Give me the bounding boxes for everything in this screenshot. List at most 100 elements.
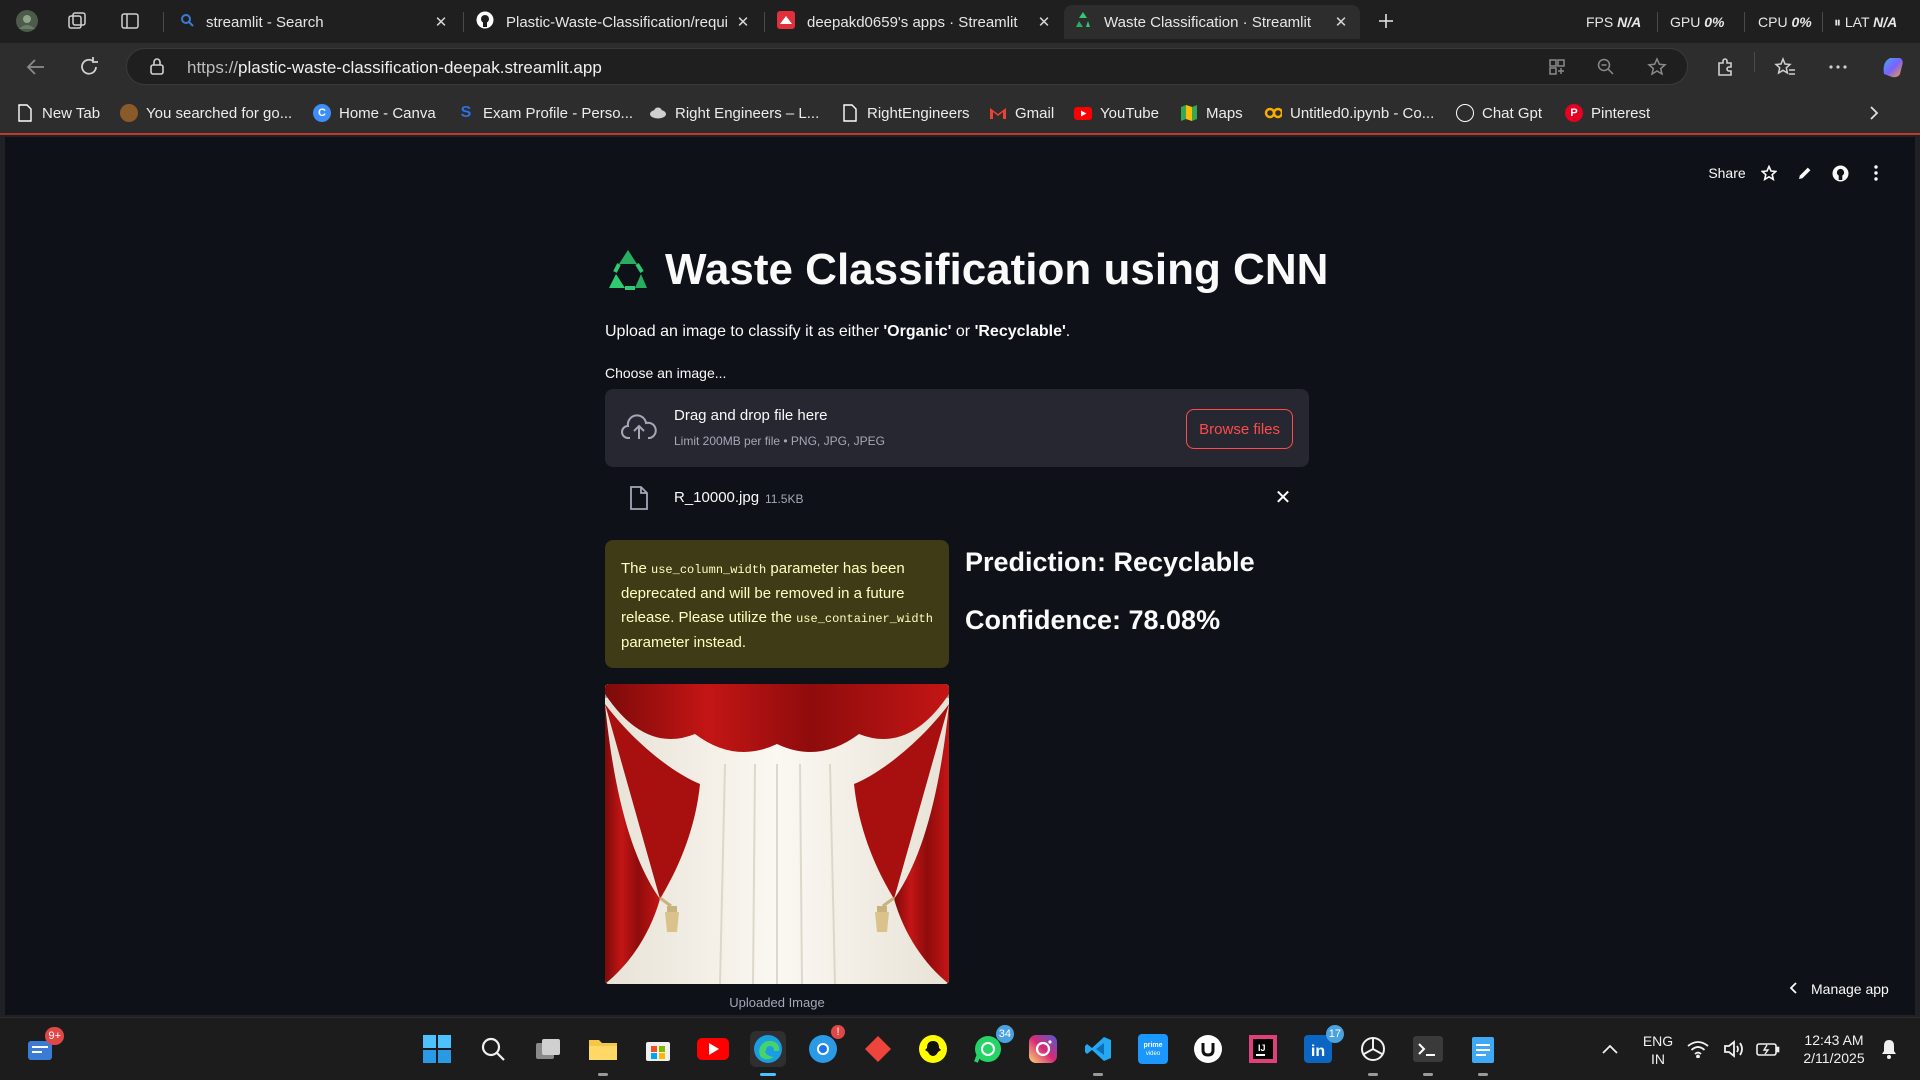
youtube-icon — [1074, 104, 1092, 122]
browse-files-button[interactable]: Browse files — [1186, 409, 1293, 449]
vscode-icon[interactable] — [1080, 1031, 1116, 1076]
file-dropzone[interactable]: Drag and drop file here Limit 200MB per … — [605, 389, 1309, 467]
udemy-icon[interactable] — [1190, 1031, 1226, 1067]
edit-pencil-icon[interactable] — [1795, 163, 1815, 183]
search-icon[interactable] — [475, 1031, 511, 1067]
favorite-rightengineers[interactable]: RightEngineers — [841, 102, 970, 124]
favorite-colab[interactable]: Untitled0.ipynb - Co... — [1264, 102, 1434, 124]
volume-icon[interactable] — [1722, 1031, 1746, 1067]
vertical-tabs-icon[interactable] — [117, 8, 143, 34]
favorite-search[interactable]: You searched for go... — [120, 102, 292, 124]
canva-icon: C — [313, 104, 331, 122]
chatgpt-icon — [1456, 104, 1474, 122]
perf-cpu: CPU 0% — [1758, 14, 1812, 30]
favorite-right-engineers-l[interactable]: Right Engineers – L... — [649, 102, 819, 124]
linkedin-icon[interactable]: in 17 — [1300, 1025, 1344, 1067]
star-icon[interactable] — [1759, 163, 1779, 183]
page-title: Waste Classification using CNN — [605, 245, 1328, 295]
new-tab-icon[interactable] — [1373, 8, 1399, 34]
language-indicator[interactable]: ENG IN — [1642, 1032, 1674, 1068]
start-icon[interactable] — [419, 1031, 455, 1067]
lock-icon[interactable] — [149, 57, 165, 80]
url-text[interactable]: https://plastic-waste-classification-dee… — [187, 58, 602, 78]
widgets-icon[interactable]: 9+ — [22, 1027, 64, 1067]
notepad-icon[interactable] — [1465, 1031, 1501, 1076]
close-icon[interactable]: ✕ — [1332, 13, 1350, 31]
file-explorer-icon[interactable] — [585, 1031, 621, 1076]
page-icon — [16, 104, 34, 122]
youtube-icon[interactable] — [695, 1031, 731, 1067]
recycle-icon — [1074, 11, 1092, 33]
favorite-maps[interactable]: Maps — [1180, 102, 1243, 124]
chrome-icon[interactable]: ! — [805, 1025, 845, 1067]
share-button[interactable]: Share — [1705, 163, 1749, 183]
streamlit-icon — [777, 11, 795, 33]
tab-streamlit-apps[interactable]: deepakd0659's apps · Streamlit ✕ — [767, 5, 1063, 39]
refresh-icon[interactable] — [73, 51, 105, 83]
svg-text:IJ: IJ — [1258, 1043, 1266, 1053]
tab-streamlit-search[interactable]: streamlit - Search ✕ — [170, 5, 460, 39]
more-options-icon[interactable] — [1822, 51, 1854, 83]
favorite-canva[interactable]: C Home - Canva — [313, 102, 436, 124]
extensions-icon[interactable] — [1709, 51, 1741, 83]
pinterest-icon: P — [1565, 104, 1583, 122]
cookie-icon — [120, 104, 138, 122]
microsoft-store-icon[interactable] — [640, 1031, 676, 1067]
favorite-new-tab[interactable]: New Tab — [16, 102, 100, 124]
favorite-youtube[interactable]: YouTube — [1074, 102, 1159, 124]
chevron-up-icon[interactable] — [1592, 1031, 1628, 1067]
favorites-bar: New Tab You searched for go... C Home - C… — [0, 90, 1920, 135]
browser-toolbar: https://plastic-waste-classification-dee… — [0, 43, 1920, 90]
back-icon[interactable] — [20, 51, 52, 83]
close-icon[interactable]: ✕ — [432, 13, 450, 31]
tab-title: deepakd0659's apps · Streamlit — [807, 13, 1018, 31]
github-icon[interactable] — [1830, 163, 1850, 183]
dropzone-instructions: Drag and drop file here — [674, 407, 828, 424]
remove-file-icon[interactable]: ✕ — [1271, 485, 1295, 509]
notification-center-icon[interactable] — [1876, 1031, 1902, 1067]
clock[interactable]: 12:43 AM 2/11/2025 — [1795, 1031, 1873, 1067]
chevron-left-icon — [1789, 981, 1797, 997]
address-bar[interactable]: https://plastic-waste-classification-dee… — [126, 48, 1688, 85]
prime-video-icon[interactable]: prime video — [1135, 1031, 1171, 1067]
file-icon — [629, 485, 649, 516]
anydesk-icon[interactable] — [860, 1031, 896, 1067]
tab-title: streamlit - Search — [206, 13, 324, 31]
main-menu-icon[interactable] — [1866, 163, 1886, 183]
chatgpt-icon[interactable] — [1355, 1031, 1391, 1076]
recycle-icon — [605, 248, 651, 292]
favorite-pinterest[interactable]: P Pinterest — [1565, 102, 1650, 124]
svg-text:prime: prime — [1143, 1042, 1162, 1049]
battery-icon[interactable] — [1754, 1031, 1782, 1067]
close-icon[interactable]: ✕ — [734, 13, 752, 31]
snapchat-icon[interactable] — [915, 1031, 951, 1067]
image-caption: Uploaded Image — [729, 995, 825, 1010]
intellij-icon[interactable]: IJ — [1245, 1031, 1281, 1067]
uploader-label: Choose an image... — [605, 365, 727, 381]
copilot-icon[interactable] — [1877, 51, 1909, 83]
zoom-out-icon[interactable] — [1597, 58, 1615, 81]
manage-app-button[interactable]: Manage app — [1789, 979, 1889, 999]
terminal-icon[interactable] — [1410, 1031, 1446, 1076]
favorite-chatgpt[interactable]: Chat Gpt — [1456, 102, 1542, 124]
tab-github[interactable]: Plastic-Waste-Classification/requi ✕ — [466, 5, 762, 39]
deprecation-warning: The use_column_width parameter has been … — [605, 540, 949, 668]
prediction-result: Prediction: Recyclable — [965, 547, 1255, 577]
perf-fps: FPS N/A — [1586, 14, 1642, 30]
profile-avatar-icon[interactable] — [14, 8, 40, 34]
wifi-icon[interactable] — [1686, 1031, 1710, 1067]
instagram-icon[interactable] — [1025, 1031, 1061, 1067]
edge-browser-icon[interactable] — [750, 1031, 786, 1076]
favorites-icon[interactable] — [1769, 51, 1801, 83]
app-available-icon[interactable] — [1548, 58, 1566, 81]
close-icon[interactable]: ✕ — [1035, 13, 1053, 31]
task-view-icon[interactable] — [530, 1031, 566, 1067]
tab-waste-classification[interactable]: Waste Classification · Streamlit ✕ — [1064, 5, 1360, 39]
workspaces-icon[interactable] — [64, 8, 90, 34]
favorite-exam-profile[interactable]: S Exam Profile - Perso... — [457, 102, 633, 124]
favorite-star-icon[interactable] — [1647, 57, 1667, 82]
widgets-badge: 9+ — [45, 1027, 64, 1045]
favorite-gmail[interactable]: Gmail — [989, 102, 1054, 124]
favorites-overflow-chevron-icon[interactable] — [1868, 102, 1880, 124]
whatsapp-icon[interactable]: 34 — [970, 1025, 1014, 1067]
